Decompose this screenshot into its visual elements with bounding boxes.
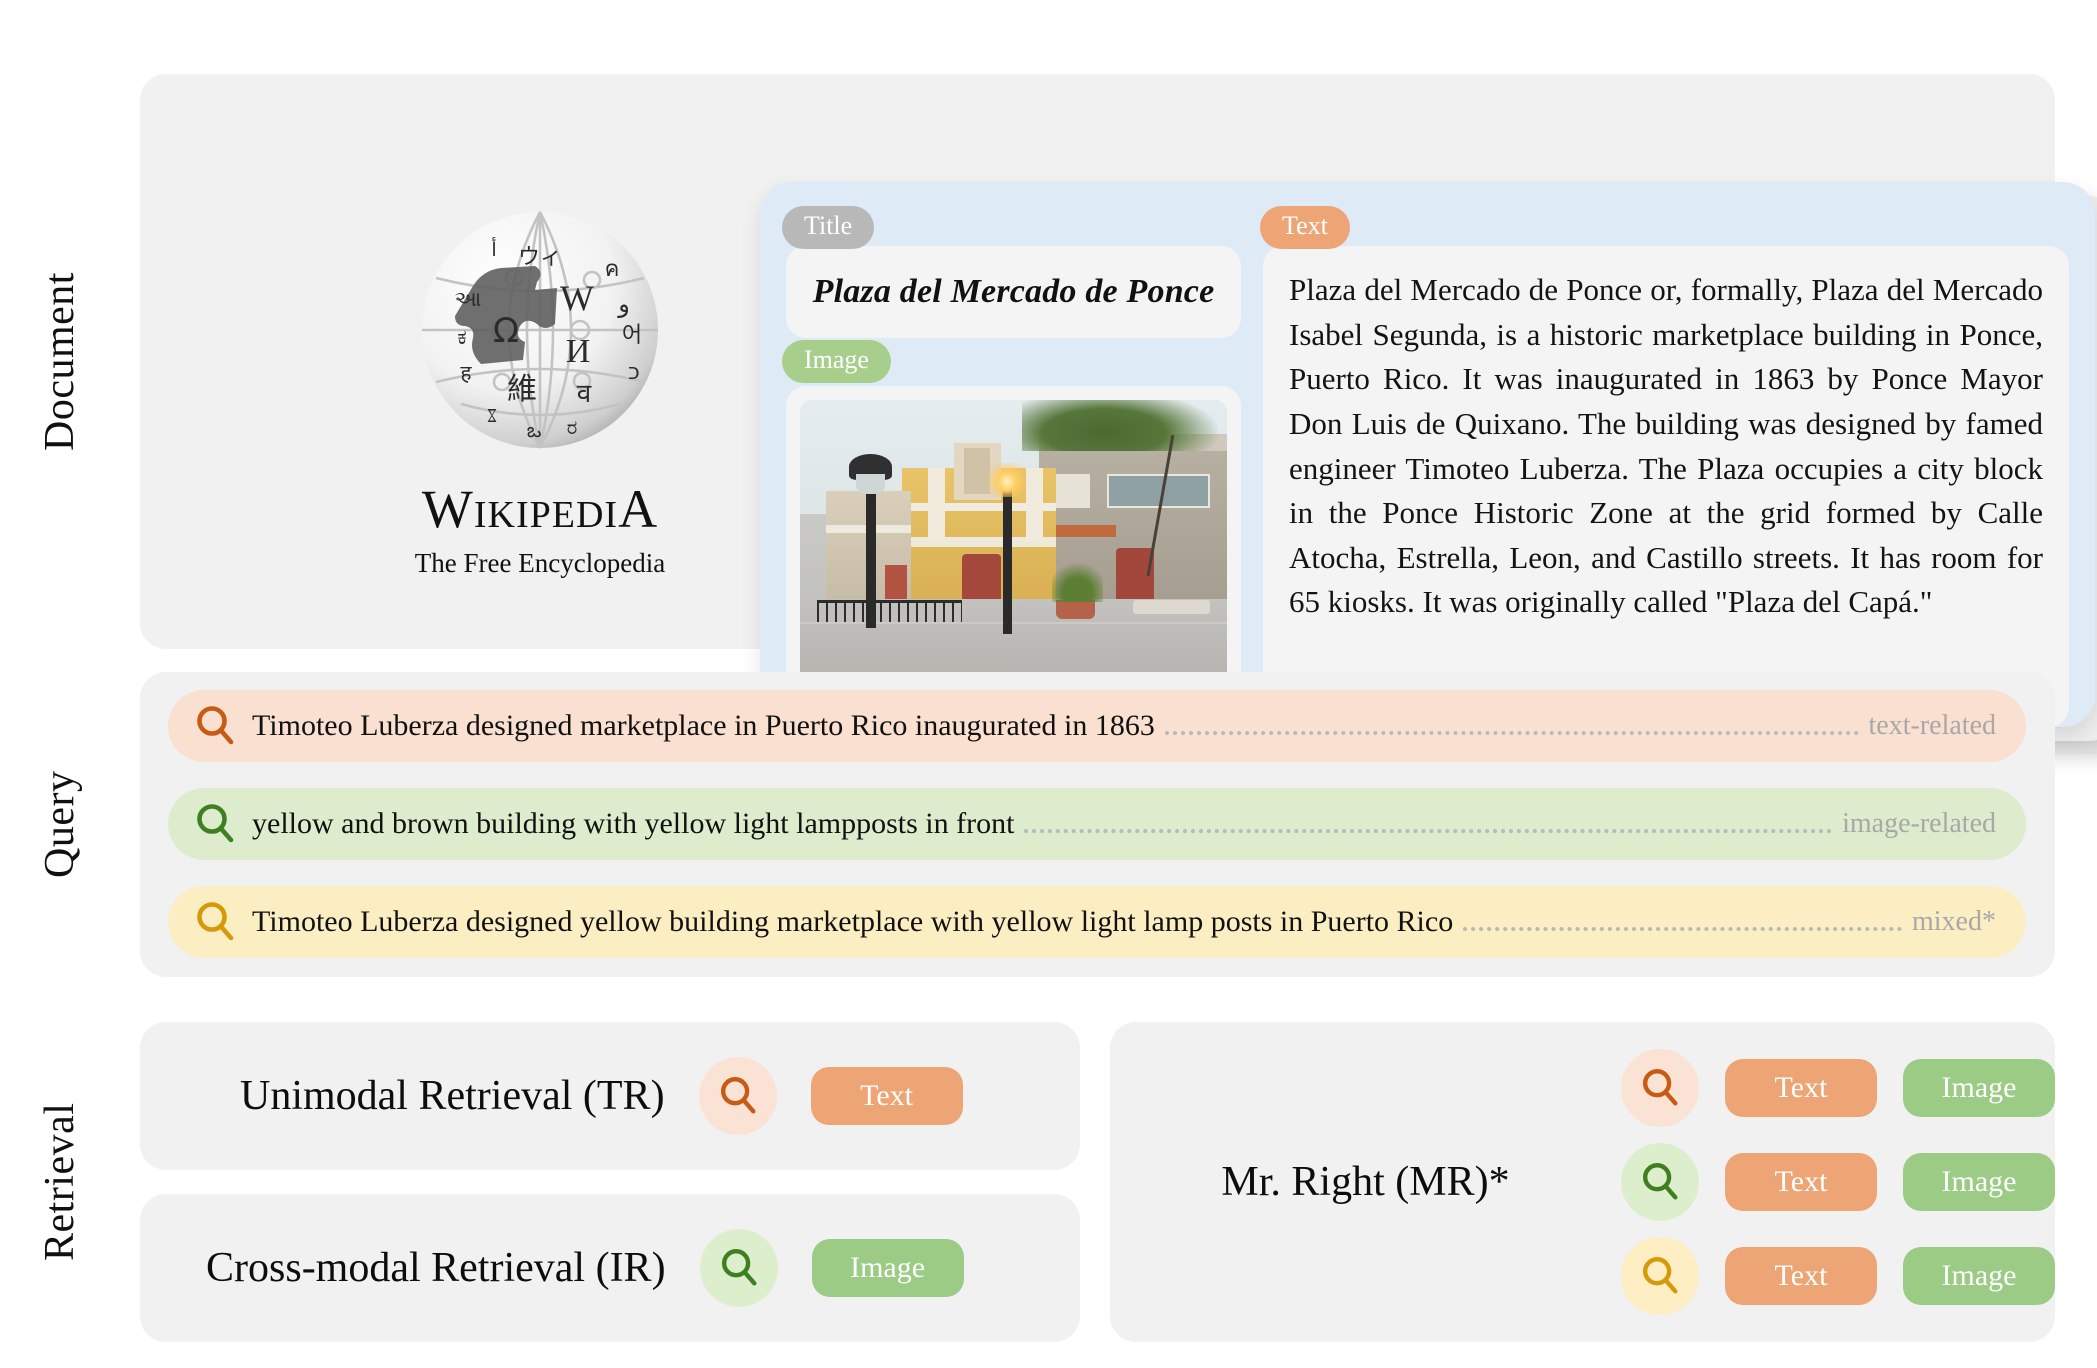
document-card: Title Plaza del Mercado de Ponce Image T… [760, 182, 2095, 727]
title-badge: Title [782, 206, 875, 249]
wikipedia-globe-icon: W Ω И 維 व ウィ ค و 어 כ આ ಕ ह ೱ ఒ ರ أ [406, 194, 674, 462]
svg-text:ರ: ರ [567, 415, 578, 439]
svg-text:ೱ: ೱ [487, 403, 498, 427]
leader-dots [1463, 901, 1902, 931]
mr-result-row: Text Image [1621, 1049, 2055, 1127]
result-pill-text[interactable]: Text [1725, 1059, 1877, 1117]
svg-text:ค: ค [605, 257, 620, 282]
query-panel: Timoteo Luberza designed marketplace in … [140, 672, 2055, 977]
result-pill-image[interactable]: Image [1903, 1153, 2055, 1211]
row-label-retrieval: Retrieval [0, 1022, 120, 1342]
leader-dots [1164, 705, 1859, 735]
query-tag: image-related [1842, 808, 1996, 839]
mr-result-rows: Text Image Text Image Text Image [1621, 1049, 2055, 1315]
image-badge: Image [782, 340, 891, 383]
svg-text:આ: આ [455, 287, 482, 311]
search-icon[interactable] [698, 1057, 777, 1135]
result-pill-image[interactable]: Image [1903, 1247, 2055, 1305]
unimodal-retrieval-label: Unimodal Retrieval (TR) [240, 1073, 665, 1119]
title-value: Plaza del Mercado de Ponce [812, 273, 1215, 310]
document-card-right-column: Text Plaza del Mercado de Ponce or, form… [1260, 206, 2069, 727]
document-card-left-column: Title Plaza del Mercado de Ponce Image [782, 206, 1241, 699]
text-value: Plaza del Mercado de Ponce or, formally,… [1289, 272, 2043, 620]
query-row-text-related[interactable]: Timoteo Luberza designed marketplace in … [168, 690, 2026, 762]
svg-text:維: 維 [507, 372, 537, 407]
search-icon [192, 899, 238, 945]
result-pill-image[interactable]: Image [1903, 1059, 2055, 1117]
query-text: Timoteo Luberza designed yellow building… [252, 905, 1454, 938]
svg-text:W: W [560, 278, 594, 318]
query-text: yellow and brown building with yellow li… [252, 807, 1015, 840]
svg-text:ウィ: ウィ [518, 245, 562, 270]
svg-text:Ω: Ω [493, 311, 519, 351]
result-pill-text[interactable]: Text [810, 1067, 963, 1125]
svg-text:И: И [566, 333, 591, 370]
query-tag: text-related [1868, 710, 1996, 741]
search-icon[interactable] [1621, 1237, 1699, 1315]
leader-dots [1024, 803, 1833, 833]
mr-right-label: Mr. Right (MR)* [1221, 1159, 1510, 1205]
text-badge: Text [1260, 206, 1350, 249]
result-pill-image[interactable]: Image [811, 1239, 964, 1297]
mr-result-row: Text Image [1621, 1237, 2055, 1315]
row-label-document: Document [0, 74, 120, 649]
wikipedia-wordmark: WIKIPEDIA [340, 478, 740, 540]
svg-text:و: و [617, 290, 630, 318]
query-row-mixed[interactable]: Timoteo Luberza designed yellow building… [168, 886, 2026, 958]
svg-text:أ: أ [491, 237, 496, 261]
query-text: Timoteo Luberza designed marketplace in … [252, 709, 1155, 742]
document-panel: W Ω И 維 व ウィ ค و 어 כ આ ಕ ह ೱ ఒ ರ أ WIKIP… [140, 74, 2097, 754]
mr-right-row: Mr. Right (MR)* Text Image Text Image Te… [1110, 1022, 2055, 1342]
crossmodal-retrieval-row: Cross-modal Retrieval (IR) Image [140, 1194, 1080, 1342]
search-icon[interactable] [1621, 1049, 1699, 1127]
wordmark-w: W [421, 479, 474, 539]
mr-right-panel: Mr. Right (MR)* Text Image Text Image Te… [1110, 1022, 2055, 1342]
crossmodal-retrieval-panel: Cross-modal Retrieval (IR) Image [140, 1194, 1080, 1342]
title-field: Plaza del Mercado de Ponce [786, 246, 1241, 338]
row-label-document-text: Document [37, 272, 83, 451]
marketplace-photo [800, 400, 1227, 685]
svg-text:व: व [577, 379, 592, 409]
crossmodal-retrieval-label: Cross-modal Retrieval (IR) [206, 1245, 666, 1291]
svg-text:ह: ह [460, 361, 472, 385]
search-icon[interactable] [699, 1229, 778, 1307]
image-field [786, 386, 1241, 699]
query-tag: mixed* [1912, 906, 1996, 937]
wikipedia-logo: W Ω И 維 व ウィ ค و 어 כ આ ಕ ह ೱ ఒ ರ أ WIKIP… [340, 194, 740, 579]
mr-result-row: Text Image [1621, 1143, 2055, 1221]
search-icon[interactable] [1621, 1143, 1699, 1221]
wikipedia-tagline: The Free Encyclopedia [414, 548, 666, 578]
search-icon [192, 703, 238, 749]
unimodal-retrieval-row: Unimodal Retrieval (TR) Text [140, 1022, 1080, 1170]
result-pill-text[interactable]: Text [1725, 1247, 1877, 1305]
svg-text:ఒ: ఒ [527, 418, 542, 442]
result-pill-text[interactable]: Text [1725, 1153, 1877, 1211]
row-label-query: Query [0, 672, 120, 977]
svg-text:ಕ: ಕ [457, 325, 466, 349]
mr-label-wrap: Mr. Right (MR)* [1110, 1158, 1621, 1206]
row-label-query-text: Query [37, 770, 83, 879]
wordmark-rest: IKIPEDI [473, 494, 619, 536]
wordmark-a: A [618, 479, 659, 539]
search-icon [192, 801, 238, 847]
svg-text:כ: כ [628, 360, 640, 385]
figure-root: Document Query Retrieval W Ω И 維 व ウィ ค … [0, 0, 2097, 1368]
text-field: Plaza del Mercado de Ponce or, formally,… [1263, 246, 2069, 727]
unimodal-retrieval-panel: Unimodal Retrieval (TR) Text [140, 1022, 1080, 1170]
row-label-retrieval-text: Retrieval [37, 1102, 83, 1262]
svg-text:어: 어 [622, 323, 642, 348]
query-row-image-related[interactable]: yellow and brown building with yellow li… [168, 788, 2026, 860]
